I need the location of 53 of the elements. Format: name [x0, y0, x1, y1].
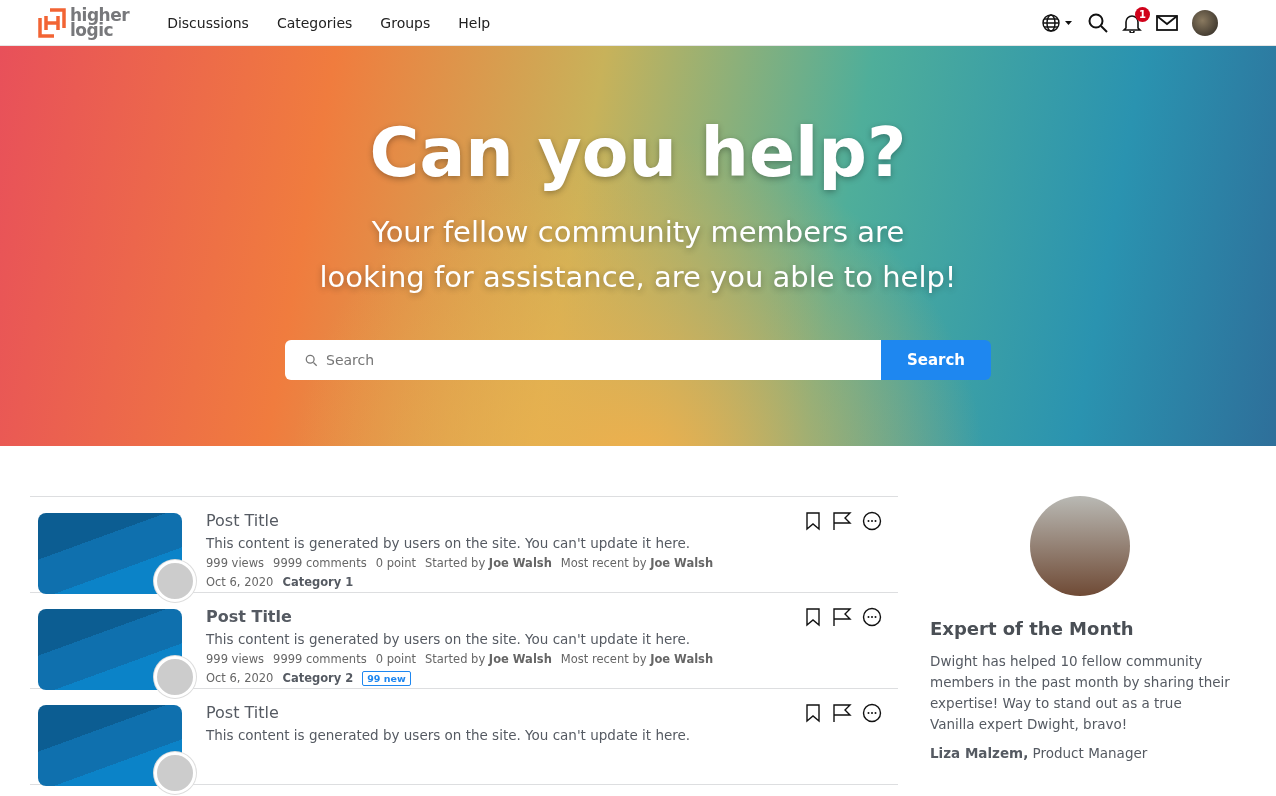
- search-button[interactable]: Search: [881, 339, 991, 380]
- post-title[interactable]: Post Title: [206, 703, 780, 722]
- nav-link[interactable]: Help: [444, 14, 505, 31]
- user-avatar[interactable]: [1192, 9, 1218, 36]
- post-title[interactable]: Post Title: [206, 607, 780, 626]
- post-meta: Most recent by Joe Walsh: [560, 556, 714, 570]
- user-avatar: [154, 656, 196, 698]
- post-meta: 999 views: [206, 652, 265, 666]
- notification-count: 1: [1135, 6, 1150, 22]
- hero-title: Can you help?: [369, 112, 907, 192]
- more-options-button[interactable]: [862, 511, 882, 531]
- bookmark-button[interactable]: [804, 703, 822, 723]
- new-count: 99 new: [362, 671, 411, 686]
- logo-icon: [38, 7, 66, 38]
- logo-text: higher logic: [70, 7, 130, 38]
- post-meta: Started by Joe Walsh: [424, 652, 552, 666]
- expert-title: Expert of the Month: [930, 618, 1135, 639]
- search-field[interactable]: Search: [285, 339, 881, 380]
- post-excerpt: This content is generated by users on the site. You can't update it here.: [206, 535, 692, 551]
- post-meta: 999 views: [206, 556, 265, 570]
- flag-button[interactable]: [832, 607, 852, 627]
- hero-subtitle: Your fellow community members are looking for assistance, are you able to help!: [318, 213, 958, 296]
- post-excerpt: This content is generated by users on the site. You can't update it here.: [206, 727, 692, 743]
- bookmark-button[interactable]: [804, 607, 822, 627]
- category-link[interactable]: Category 1: [282, 575, 354, 589]
- post-meta: Most recent by Joe Walsh: [560, 652, 714, 666]
- post-title[interactable]: Post Title: [206, 511, 780, 530]
- language-button[interactable]: [1042, 13, 1074, 32]
- post-meta: 0 point: [375, 556, 416, 570]
- more-options-button[interactable]: [862, 607, 882, 627]
- search-button[interactable]: [1088, 12, 1108, 33]
- nav-link[interactable]: Discussions: [153, 14, 263, 31]
- expert-description: Dwight has helped 10 fellow community members in the past month by sharing their expertise! Way to stand out as a true Vanilla expert Dwight, bravo!: [930, 652, 1230, 734]
- more-options-button[interactable]: [862, 703, 882, 723]
- post-meta: Started by Joe Walsh: [424, 556, 552, 570]
- flag-button[interactable]: [832, 703, 852, 723]
- user-avatar: [154, 560, 196, 602]
- messages-button[interactable]: [1156, 14, 1178, 31]
- post-date: Oct 6, 2020: [206, 671, 274, 686]
- post-meta: 0 point: [375, 652, 416, 666]
- expert-byline: Liza Malzem, Product Manager: [930, 745, 1149, 761]
- bookmark-button[interactable]: [804, 511, 822, 531]
- post-meta: 9999 comments: [273, 652, 367, 666]
- user-avatar: [154, 752, 196, 794]
- nav-link[interactable]: Groups: [366, 14, 445, 31]
- nav-link[interactable]: Categories: [262, 14, 367, 31]
- notifications-button[interactable]: [1122, 12, 1142, 33]
- post-date: Oct 6, 2020: [206, 575, 274, 589]
- flag-button[interactable]: [832, 511, 852, 531]
- search-icon: [305, 353, 318, 367]
- post-excerpt: This content is generated by users on the site. You can't update it here.: [206, 631, 692, 647]
- post-meta: 9999 comments: [273, 556, 367, 570]
- category-link[interactable]: Category 2: [282, 671, 354, 686]
